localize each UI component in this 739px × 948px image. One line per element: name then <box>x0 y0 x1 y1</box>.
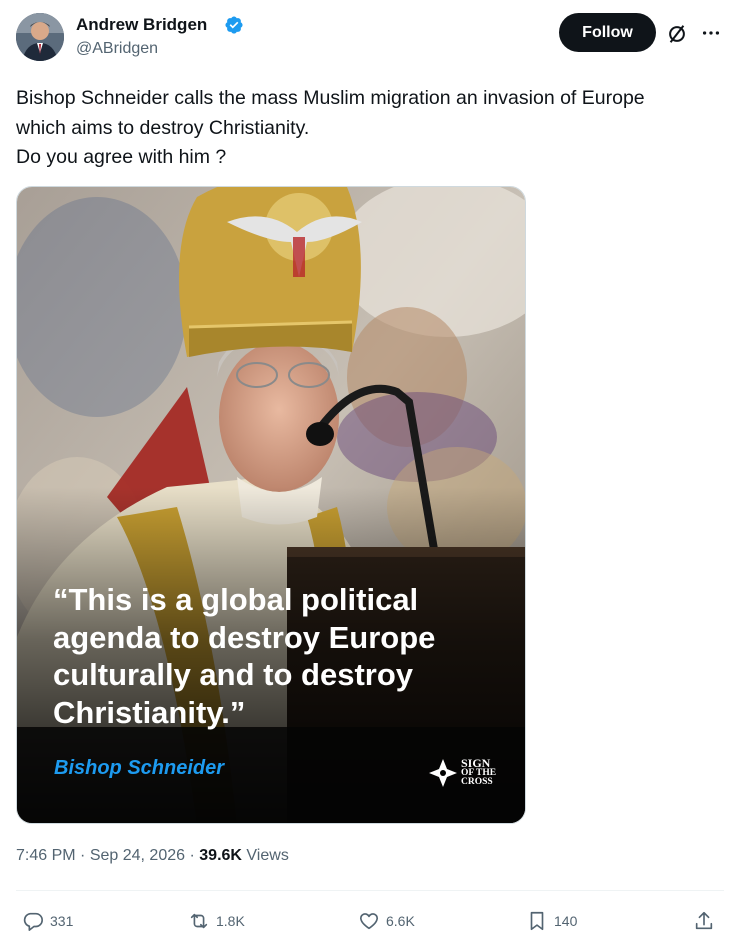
quote-line: “This is a global political <box>53 582 419 617</box>
quote-attribution: Bishop Schneider <box>54 757 225 779</box>
more-options-icon[interactable] <box>700 22 722 44</box>
grok-icon[interactable] <box>666 23 688 45</box>
views-count: 39.6K <box>199 847 242 864</box>
share-button[interactable] <box>693 909 721 933</box>
avatar[interactable] <box>16 13 64 61</box>
bookmark-icon <box>530 911 544 931</box>
author-handle[interactable]: @ABridgen <box>76 40 158 58</box>
reply-count: 331 <box>50 913 74 929</box>
bookmark-button[interactable]: 140 <box>526 909 577 933</box>
bookmark-count: 140 <box>554 913 578 929</box>
sign-of-the-cross-logo: SIGN OF THE CROSS <box>461 757 501 787</box>
tweet-date[interactable]: Sep 24, 2026 <box>90 847 185 864</box>
avatar-image <box>16 13 64 61</box>
like-count: 6.6K <box>386 913 415 929</box>
divider <box>16 890 724 891</box>
repost-count: 1.8K <box>216 913 245 929</box>
reply-button[interactable]: 331 <box>22 909 73 933</box>
separator: · <box>80 847 90 864</box>
tweet-time[interactable]: 7:46 PM <box>16 847 76 864</box>
quote-line: culturally and to destroy <box>53 657 414 692</box>
follow-button[interactable]: Follow <box>559 13 656 52</box>
heart-icon <box>359 913 379 930</box>
tweet-meta: 7:46 PM · Sep 24, 2026 · 39.6K Views <box>16 847 289 865</box>
repost-icon <box>190 913 208 929</box>
verified-badge-icon[interactable] <box>224 15 244 35</box>
quote-line: Christianity.” <box>53 694 246 730</box>
tweet-text: Bishop Schneider calls the mass Muslim m… <box>16 84 726 173</box>
tweet-text-line: which aims to destroy Christianity. <box>16 116 310 139</box>
tweet-media-image[interactable]: “This is a global political agenda to de… <box>16 186 526 824</box>
separator: · <box>189 847 200 864</box>
tweet-text-line: Do you agree with him ? <box>16 146 227 168</box>
quote-text: “This is a global political agenda to de… <box>53 581 513 731</box>
quote-line: agenda to destroy Europe <box>53 619 436 655</box>
like-button[interactable]: 6.6K <box>358 909 415 933</box>
share-icon <box>695 911 713 930</box>
logo-line: CROSS <box>461 777 493 787</box>
repost-button[interactable]: 1.8K <box>188 909 245 933</box>
author-name[interactable]: Andrew Bridgen <box>76 15 207 35</box>
tweet-text-line: Bishop Schneider calls the mass Muslim m… <box>16 87 645 109</box>
reply-icon <box>23 912 43 931</box>
views-label: Views <box>246 847 289 864</box>
